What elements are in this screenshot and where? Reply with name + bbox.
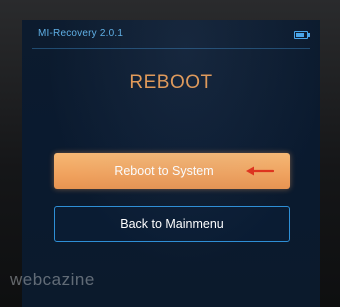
status-divider (32, 48, 310, 49)
back-to-mainmenu-label: Back to Mainmenu (120, 217, 224, 231)
app-title: MI-Recovery 2.0.1 (38, 28, 124, 39)
reboot-to-system-label: Reboot to System (114, 164, 214, 178)
battery-level (296, 33, 304, 37)
reboot-to-system-button[interactable]: Reboot to System (54, 153, 290, 189)
status-bar: MI-Recovery 2.0.1 (22, 20, 320, 48)
battery-icon (294, 31, 310, 39)
recovery-screen: MI-Recovery 2.0.1 REBOOT Reboot to Syste… (22, 20, 320, 307)
page-title: REBOOT (129, 72, 213, 93)
battery-terminal (308, 33, 310, 37)
left-arrow-icon (246, 166, 274, 176)
watermark: webcazine (10, 270, 95, 289)
back-to-mainmenu-button[interactable]: Back to Mainmenu (54, 206, 290, 242)
